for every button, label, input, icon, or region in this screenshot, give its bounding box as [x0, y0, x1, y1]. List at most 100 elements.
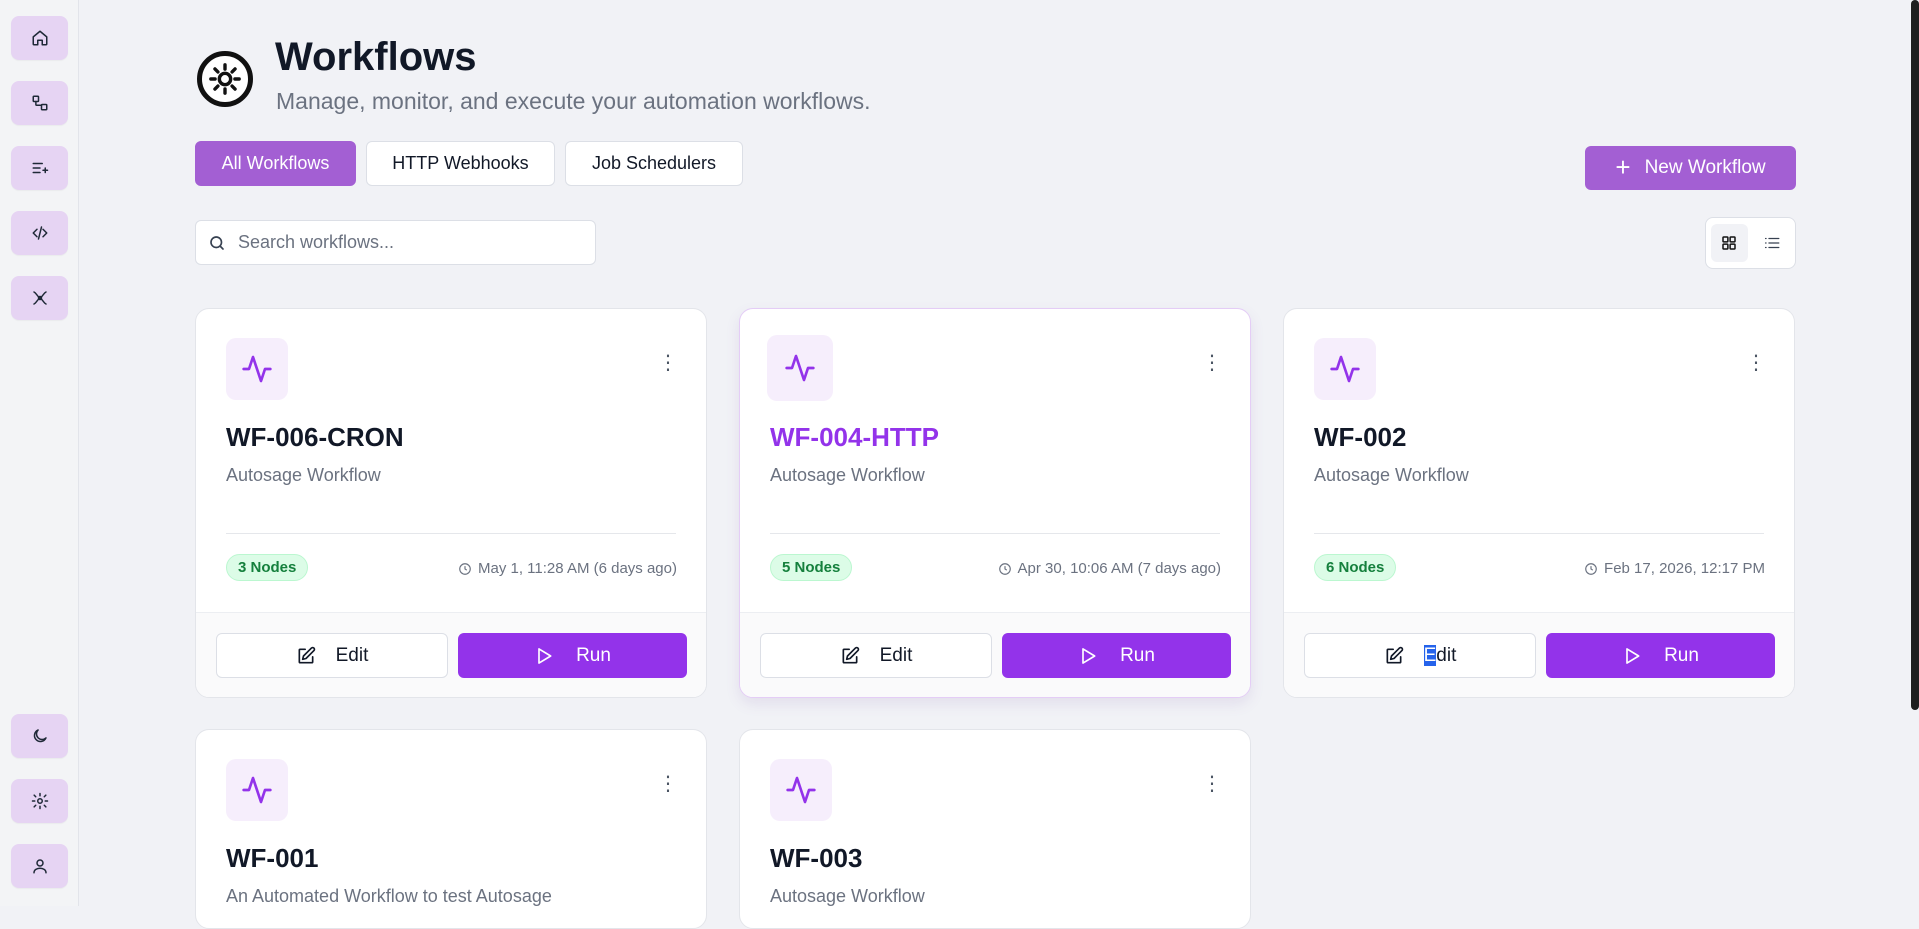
run-button[interactable]: Run [1546, 633, 1775, 678]
workflow-card[interactable]: ⋮ WF-004-HTTP Autosage Workflow 5 Nodes … [739, 308, 1251, 698]
settings-button[interactable] [11, 779, 68, 823]
clock-icon [998, 562, 1011, 575]
gear-icon [31, 792, 48, 810]
search-icon [210, 235, 224, 250]
card-date-text: May 1, 11:28 AM (6 days ago) [478, 560, 677, 577]
card-title[interactable]: WF-006-CRON [226, 422, 404, 453]
workflow-card[interactable]: ⋮ WF-001 An Automated Workflow to test A… [195, 729, 707, 929]
search-input[interactable] [236, 231, 576, 254]
more-options-icon[interactable]: ⋮ [1202, 353, 1222, 373]
run-button[interactable]: Run [458, 633, 687, 678]
clock-icon [1585, 562, 1597, 575]
moon-icon [33, 729, 47, 743]
tab-http-webhooks[interactable]: HTTP Webhooks [366, 141, 555, 186]
integrations-icon [32, 291, 47, 305]
home-icon [32, 30, 47, 46]
card-title[interactable]: WF-001 [226, 843, 318, 874]
list-view-button[interactable] [1754, 224, 1791, 262]
grid-view-icon [1722, 236, 1736, 250]
activity-icon [242, 355, 272, 383]
more-options-icon[interactable]: ⋮ [658, 774, 678, 794]
page-title: Workflows [275, 35, 477, 79]
more-options-icon[interactable]: ⋮ [1746, 353, 1766, 373]
edit-button[interactable]: Edit [1304, 633, 1536, 678]
card-icon-box [226, 759, 288, 821]
workflow-card[interactable]: ⋮ WF-002 Autosage Workflow 6 Nodes Feb 1… [1283, 308, 1795, 698]
edit-label-rest: dit [1436, 644, 1457, 666]
edit-button[interactable]: Edit [216, 633, 448, 678]
play-icon [1082, 647, 1096, 664]
grid-view-button[interactable] [1711, 224, 1748, 262]
list-add-icon [32, 162, 48, 174]
activity-icon [786, 776, 816, 804]
activity-icon [1330, 355, 1360, 383]
divider [1314, 533, 1764, 534]
view-toggle [1705, 217, 1796, 269]
activity-icon [785, 354, 815, 382]
divider [770, 533, 1220, 534]
nav-list-button[interactable] [11, 146, 68, 190]
run-label: Run [576, 644, 611, 666]
card-footer: Edit Run [196, 612, 706, 697]
card-description: Autosage Workflow [770, 465, 925, 485]
new-workflow-label: New Workflow [1644, 157, 1766, 178]
card-footer: Edit Run [740, 612, 1250, 697]
list-view-icon [1764, 237, 1780, 249]
user-icon [32, 859, 47, 874]
run-label: Run [1664, 644, 1699, 666]
card-timestamp: Feb 17, 2026, 12:17 PM [1584, 560, 1765, 577]
gear-logo-icon [209, 63, 241, 95]
card-date-text: Feb 17, 2026, 12:17 PM [1604, 560, 1765, 577]
tab-job-schedulers[interactable]: Job Schedulers [565, 141, 743, 186]
card-description: Autosage Workflow [226, 465, 381, 485]
workflow-card[interactable]: ⋮ WF-006-CRON Autosage Workflow 3 Nodes … [195, 308, 707, 698]
edit-label: Edit [879, 644, 913, 666]
code-icon [32, 226, 47, 240]
sidebar [0, 0, 79, 906]
card-icon-box [1314, 338, 1376, 400]
card-icon-box [767, 335, 833, 401]
run-label: Run [1120, 644, 1155, 666]
activity-icon [242, 776, 272, 804]
clock-icon [459, 562, 471, 575]
tab-all-workflows[interactable]: All Workflows [195, 141, 356, 186]
card-timestamp: May 1, 11:28 AM (6 days ago) [458, 560, 677, 577]
edit-icon [298, 646, 315, 663]
card-icon-box [226, 338, 288, 400]
nodes-badge: 5 Nodes [770, 554, 853, 581]
play-icon [1626, 647, 1640, 664]
search-box [195, 220, 596, 265]
divider [226, 533, 676, 534]
edit-label: Edit [1423, 644, 1457, 667]
scrollbar[interactable] [1911, 0, 1919, 710]
nav-code-button[interactable] [11, 211, 68, 255]
edit-button[interactable]: Edit [760, 633, 992, 678]
theme-toggle-button[interactable] [11, 714, 68, 758]
profile-button[interactable] [11, 844, 68, 888]
nodes-badge: 6 Nodes [1314, 554, 1397, 581]
nav-home-button[interactable] [11, 16, 68, 60]
card-footer: Edit Run [1284, 612, 1794, 697]
more-options-icon[interactable]: ⋮ [658, 353, 678, 373]
nav-workflows-button[interactable] [11, 81, 68, 125]
play-icon [538, 647, 552, 664]
card-icon-box [770, 759, 832, 821]
nav-integrations-button[interactable] [11, 276, 68, 320]
card-description: Autosage Workflow [770, 886, 925, 906]
new-workflow-button[interactable]: + New Workflow [1585, 146, 1796, 190]
page-subtitle: Manage, monitor, and execute your automa… [276, 88, 871, 114]
run-button[interactable]: Run [1002, 633, 1231, 678]
selected-text: E [1423, 644, 1437, 666]
edit-label: Edit [335, 644, 369, 666]
app-logo [197, 51, 253, 107]
card-title[interactable]: WF-004-HTTP [770, 422, 939, 453]
card-timestamp: Apr 30, 10:06 AM (7 days ago) [998, 560, 1221, 577]
workflow-card[interactable]: ⋮ WF-003 Autosage Workflow [739, 729, 1251, 929]
edit-icon [1386, 646, 1403, 663]
workflow-icon [32, 95, 47, 111]
card-description: An Automated Workflow to test Autosage [226, 886, 552, 906]
nodes-badge: 3 Nodes [226, 554, 309, 581]
more-options-icon[interactable]: ⋮ [1202, 774, 1222, 794]
card-title[interactable]: WF-003 [770, 843, 862, 874]
card-title[interactable]: WF-002 [1314, 422, 1406, 453]
